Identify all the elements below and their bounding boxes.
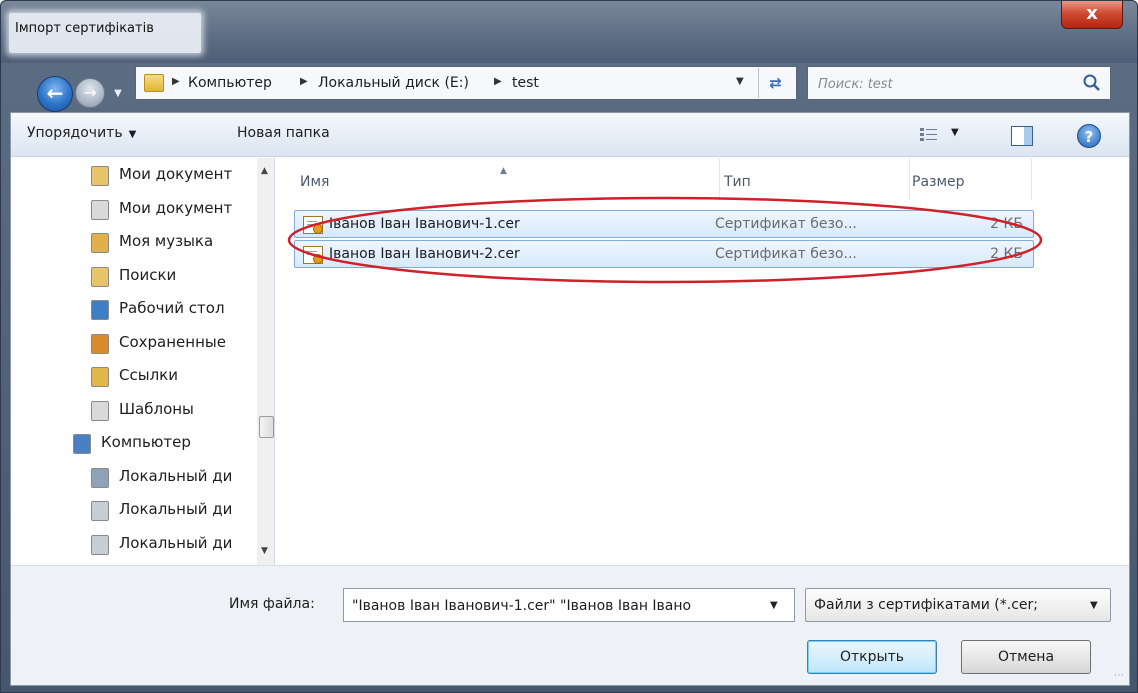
certificate-icon xyxy=(303,246,323,264)
file-type: Сертификат безо... xyxy=(715,246,857,262)
nav-item-label: Локальный ди xyxy=(119,533,233,552)
column-header-type[interactable]: Тип xyxy=(720,158,910,200)
file-list: Имя ▲ Тип Размер Іванов Іван Іванович-1.… xyxy=(276,158,1129,565)
drive-icon xyxy=(91,501,109,521)
window-title: Імпорт сертифікатів xyxy=(9,13,201,53)
chevron-down-icon[interactable]: ▼ xyxy=(736,76,744,87)
certificate-icon xyxy=(303,216,323,234)
breadcrumb-test[interactable]: test xyxy=(512,75,539,91)
nav-item-label: Локальный ди xyxy=(119,500,233,518)
nav-item-label: Компьютер xyxy=(101,433,191,451)
nav-item-label: Сохраненные xyxy=(119,332,226,351)
title-bar[interactable]: Імпорт сертифікатів x xyxy=(1,1,1137,63)
navigation-pane: Мои документ Мои документ Моя музыка Поиски… xyxy=(11,158,275,565)
documents-shortcut-icon xyxy=(91,199,109,220)
breadcrumb-computer[interactable]: Компьютер xyxy=(188,75,272,91)
desktop-icon xyxy=(91,300,109,320)
forward-button[interactable]: → xyxy=(75,78,105,108)
templates-icon xyxy=(91,400,109,421)
organize-button[interactable]: Упорядочить ▼ xyxy=(27,125,136,141)
chevron-down-icon: ▼ xyxy=(1090,600,1098,611)
file-type: Сертификат безо... xyxy=(715,216,857,232)
search-icon[interactable] xyxy=(1082,73,1102,93)
address-bar[interactable]: ▶ Компьютер ▶ Локальный диск (E:) ▶ test… xyxy=(135,66,797,100)
nav-item-label: Ссылки xyxy=(119,366,178,384)
nav-item-label: Шаблоны xyxy=(119,399,194,418)
breadcrumb-separator-icon[interactable]: ▶ xyxy=(172,76,180,87)
help-icon[interactable]: ? xyxy=(1077,124,1101,148)
new-folder-button[interactable]: Новая папка xyxy=(237,125,330,141)
scroll-up-icon[interactable]: ▲ xyxy=(261,166,268,176)
close-button[interactable]: x xyxy=(1061,1,1123,29)
breadcrumb-separator-icon[interactable]: ▶ xyxy=(300,76,308,87)
views-icon[interactable] xyxy=(919,126,939,144)
saved-games-icon xyxy=(91,333,109,354)
refresh-icon[interactable]: ⇄ xyxy=(758,68,792,98)
file-size: 2 КБ xyxy=(990,246,1023,262)
file-row[interactable]: Іванов Іван Іванович-2.cer Сертификат бе… xyxy=(294,240,1034,268)
filetype-select[interactable]: Файли з сертифікатами (*.cer; ▼ xyxy=(805,588,1111,622)
nav-item-label: Мои документ xyxy=(119,198,233,217)
file-size: 2 КБ xyxy=(990,216,1023,232)
forward-arrow-icon: → xyxy=(83,83,97,102)
music-icon xyxy=(91,233,109,253)
recent-pages-dropdown[interactable]: ▼ xyxy=(107,85,129,103)
file-row[interactable]: Іванов Іван Іванович-1.cer Сертификат бе… xyxy=(294,210,1034,238)
sort-ascending-icon: ▲ xyxy=(500,166,507,176)
preview-pane-icon[interactable] xyxy=(1011,126,1033,146)
chevron-down-icon: ▼ xyxy=(128,129,137,140)
column-type-label: Тип xyxy=(724,174,751,190)
documents-icon xyxy=(91,166,109,186)
nav-item-label: Рабочий стол xyxy=(119,299,225,317)
filename-combobox[interactable]: ▼ xyxy=(343,588,795,622)
column-header-size[interactable]: Размер xyxy=(910,158,1032,200)
back-arrow-icon: ← xyxy=(46,81,64,105)
nav-item-label: Мои документ xyxy=(119,165,233,183)
views-dropdown-icon[interactable]: ▼ xyxy=(951,127,959,138)
column-name-label: Имя xyxy=(300,174,330,190)
close-icon: x xyxy=(1086,3,1098,24)
search-input[interactable] xyxy=(818,74,1058,94)
computer-icon xyxy=(73,434,91,454)
dialog-client-area: Упорядочить ▼ Новая папка ▼ ? Мои докумен… xyxy=(10,112,1130,686)
nav-item-label: Поиски xyxy=(119,265,177,284)
chevron-down-icon[interactable]: ▼ xyxy=(770,600,778,611)
nav-item-label: Локальный ди xyxy=(119,466,233,485)
column-header-name[interactable]: Имя xyxy=(300,158,720,200)
nav-item-label: Моя музыка xyxy=(119,232,214,250)
file-name: Іванов Іван Іванович-1.cer xyxy=(329,216,520,232)
dialog-window: Імпорт сертифікатів x ← → ▼ ▶ Компьютер … xyxy=(0,0,1138,693)
command-bar: Упорядочить ▼ Новая папка ▼ ? xyxy=(11,113,1129,157)
column-size-label: Размер xyxy=(912,174,965,190)
search-box[interactable] xyxy=(807,66,1111,100)
nav-scrollbar[interactable]: ▲ ▼ xyxy=(257,158,274,565)
folder-icon xyxy=(144,74,164,92)
organize-label: Упорядочить xyxy=(27,125,123,141)
cancel-button[interactable]: Отмена xyxy=(961,640,1091,674)
filename-label: Имя файла: xyxy=(229,596,315,612)
drive-icon xyxy=(91,534,109,555)
filename-input[interactable] xyxy=(352,596,762,616)
filetype-value: Файли з сертифікатами (*.cer; xyxy=(814,597,1039,613)
breadcrumb-separator-icon[interactable]: ▶ xyxy=(494,76,502,87)
resize-grip-icon[interactable]: ⋯ xyxy=(1114,670,1126,682)
scroll-down-icon[interactable]: ▼ xyxy=(261,546,268,556)
breadcrumb-drive[interactable]: Локальный диск (E:) xyxy=(318,75,469,91)
file-selection-panel: Имя файла: ▼ Файли з сертифікатами (*.ce… xyxy=(11,565,1129,685)
system-drive-icon xyxy=(91,467,109,488)
searches-icon xyxy=(91,266,109,287)
open-button[interactable]: Открыть xyxy=(807,640,937,674)
links-icon xyxy=(91,367,109,387)
chevron-down-icon: ▼ xyxy=(114,88,122,99)
file-name: Іванов Іван Іванович-2.cer xyxy=(329,246,520,262)
scrollbar-thumb[interactable] xyxy=(259,416,274,438)
back-button[interactable]: ← xyxy=(37,76,73,112)
